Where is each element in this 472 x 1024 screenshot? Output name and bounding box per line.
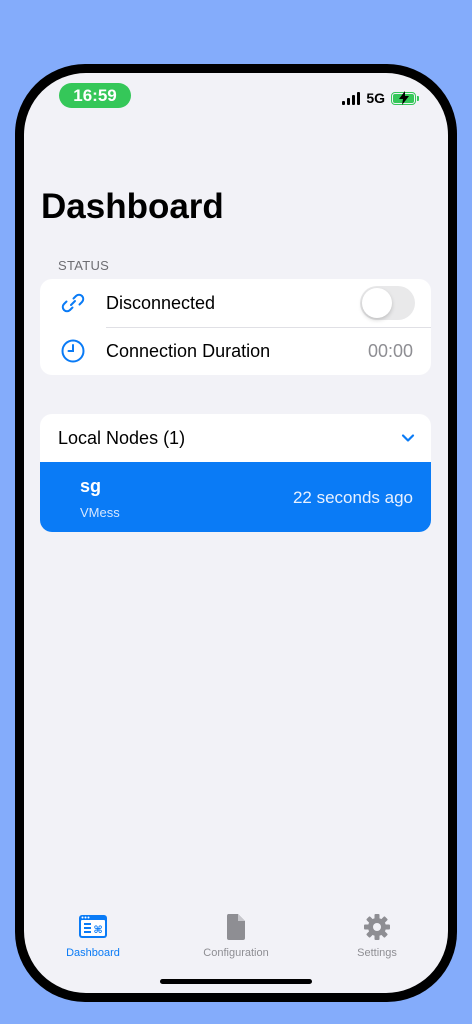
duration-label: Connection Duration <box>106 340 271 361</box>
tab-configuration-label: Configuration <box>203 947 269 959</box>
toggle-knob <box>362 288 392 318</box>
duration-value: 00:00 <box>367 340 413 361</box>
connection-status-label: Disconnected <box>106 292 216 313</box>
node-item-sg[interactable]: sg VMess 22 seconds ago <box>40 462 431 532</box>
dashboard-icon: ⌘ <box>79 915 107 938</box>
local-nodes-title: Local Nodes (1) <box>58 427 186 448</box>
connection-row: Disconnected <box>40 279 431 328</box>
status-indicators: 5G <box>342 90 419 106</box>
status-bar: 16:59 5G <box>24 73 448 133</box>
clock-icon <box>61 339 85 363</box>
document-icon <box>226 914 245 940</box>
duration-row: Connection Duration 00:00 <box>40 327 431 375</box>
connection-toggle[interactable] <box>360 286 415 320</box>
tab-bar: ⌘ Dashboard Configuration Settings <box>24 903 448 963</box>
tab-settings[interactable]: Settings <box>317 913 437 959</box>
chevron-down-icon[interactable] <box>401 431 415 445</box>
tab-dashboard[interactable]: ⌘ Dashboard <box>33 913 153 959</box>
battery-charging-icon <box>391 90 419 105</box>
local-nodes-card: Local Nodes (1) sg VMess 22 seconds ago <box>40 414 431 532</box>
page-title: Dashboard <box>41 187 224 226</box>
tab-settings-label: Settings <box>357 947 397 959</box>
node-name: sg <box>80 476 102 496</box>
tab-dashboard-label: Dashboard <box>66 947 120 959</box>
status-time: 16:59 <box>59 83 131 108</box>
svg-text:⌘: ⌘ <box>93 925 102 936</box>
gear-icon <box>364 914 390 940</box>
app-screen: 16:59 5G Dashboard STATUS Disconnected C… <box>24 73 448 993</box>
status-section-header: STATUS <box>58 258 110 273</box>
network-type: 5G <box>366 90 385 106</box>
status-card: Disconnected Connection Duration 00:00 <box>40 279 431 375</box>
home-indicator[interactable] <box>160 979 312 984</box>
phone-frame: 16:59 5G Dashboard STATUS Disconnected C… <box>15 64 457 1002</box>
cellular-signal-icon <box>342 91 361 105</box>
node-last-seen: 22 seconds ago <box>292 488 413 507</box>
node-protocol: VMess <box>80 505 120 520</box>
link-icon <box>61 293 85 313</box>
tab-configuration[interactable]: Configuration <box>176 913 296 959</box>
local-nodes-header[interactable]: Local Nodes (1) <box>40 414 431 462</box>
